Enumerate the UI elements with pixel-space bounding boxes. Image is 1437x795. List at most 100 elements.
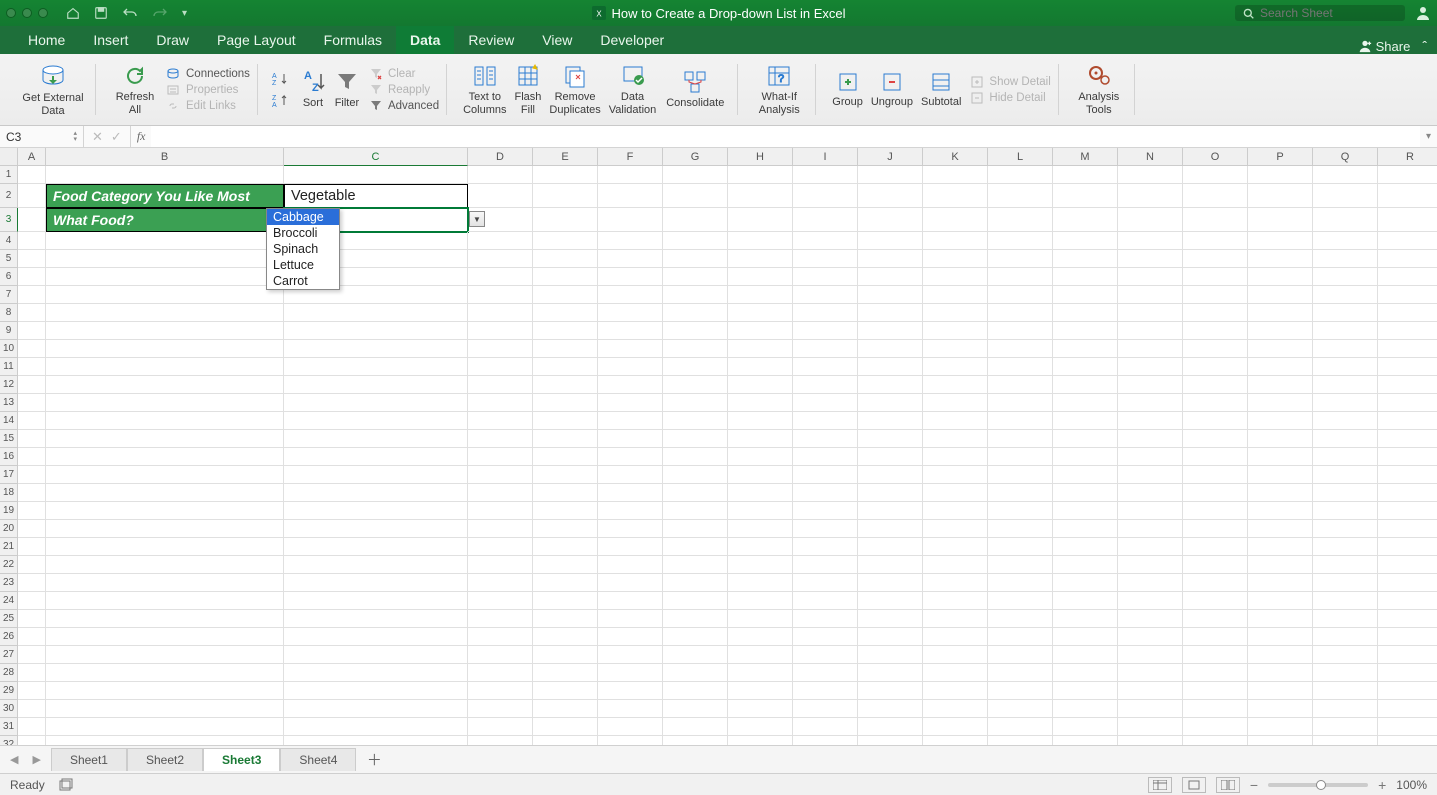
cell-K18[interactable]	[923, 484, 988, 502]
cell-F8[interactable]	[598, 304, 663, 322]
cell-J26[interactable]	[858, 628, 923, 646]
row-header-22[interactable]: 22	[0, 556, 18, 574]
cell-I7[interactable]	[793, 286, 858, 304]
cell-L12[interactable]	[988, 376, 1053, 394]
cell-F12[interactable]	[598, 376, 663, 394]
cell-C27[interactable]	[284, 646, 468, 664]
cell-M6[interactable]	[1053, 268, 1118, 286]
cell-I18[interactable]	[793, 484, 858, 502]
cell-Q27[interactable]	[1313, 646, 1378, 664]
cell-Q30[interactable]	[1313, 700, 1378, 718]
cell-I9[interactable]	[793, 322, 858, 340]
cell-B8[interactable]	[46, 304, 284, 322]
cell-A28[interactable]	[18, 664, 46, 682]
connections-button[interactable]: Connections	[166, 68, 250, 80]
cell-P23[interactable]	[1248, 574, 1313, 592]
cell-N16[interactable]	[1118, 448, 1183, 466]
cell-E1[interactable]	[533, 166, 598, 184]
cell-A22[interactable]	[18, 556, 46, 574]
undo-icon[interactable]	[122, 6, 138, 20]
cell-Q7[interactable]	[1313, 286, 1378, 304]
cell-F17[interactable]	[598, 466, 663, 484]
cell-F20[interactable]	[598, 520, 663, 538]
cell-I4[interactable]	[793, 232, 858, 250]
cell-N11[interactable]	[1118, 358, 1183, 376]
cell-J23[interactable]	[858, 574, 923, 592]
cell-D12[interactable]	[468, 376, 533, 394]
column-header-G[interactable]: G	[663, 148, 728, 166]
sort-desc-icon[interactable]: ZA	[270, 94, 290, 108]
cell-H5[interactable]	[728, 250, 793, 268]
cell-F4[interactable]	[598, 232, 663, 250]
cell-H15[interactable]	[728, 430, 793, 448]
cell-K14[interactable]	[923, 412, 988, 430]
cell-P15[interactable]	[1248, 430, 1313, 448]
cell-O18[interactable]	[1183, 484, 1248, 502]
cell-D26[interactable]	[468, 628, 533, 646]
row-header-27[interactable]: 27	[0, 646, 18, 664]
cell-G15[interactable]	[663, 430, 728, 448]
zoom-out-button[interactable]: −	[1250, 777, 1258, 793]
cell-L6[interactable]	[988, 268, 1053, 286]
cell-Q2[interactable]	[1313, 184, 1378, 208]
cell-C26[interactable]	[284, 628, 468, 646]
cell-E3[interactable]	[533, 208, 598, 232]
cell-D28[interactable]	[468, 664, 533, 682]
cell-B29[interactable]	[46, 682, 284, 700]
cell-B13[interactable]	[46, 394, 284, 412]
cell-O7[interactable]	[1183, 286, 1248, 304]
cell-D15[interactable]	[468, 430, 533, 448]
cell-B4[interactable]	[46, 232, 284, 250]
cell-H23[interactable]	[728, 574, 793, 592]
cell-A16[interactable]	[18, 448, 46, 466]
cell-M20[interactable]	[1053, 520, 1118, 538]
cell-I12[interactable]	[793, 376, 858, 394]
cell-A26[interactable]	[18, 628, 46, 646]
cell-D13[interactable]	[468, 394, 533, 412]
cell-M10[interactable]	[1053, 340, 1118, 358]
cell-F19[interactable]	[598, 502, 663, 520]
cell-I21[interactable]	[793, 538, 858, 556]
cell-H10[interactable]	[728, 340, 793, 358]
cell-K13[interactable]	[923, 394, 988, 412]
cell-R18[interactable]	[1378, 484, 1437, 502]
cell-K10[interactable]	[923, 340, 988, 358]
column-header-Q[interactable]: Q	[1313, 148, 1378, 166]
cell-R23[interactable]	[1378, 574, 1437, 592]
cell-B23[interactable]	[46, 574, 284, 592]
cell-B15[interactable]	[46, 430, 284, 448]
name-box-stepper[interactable]: ▴▾	[73, 131, 77, 143]
cell-P5[interactable]	[1248, 250, 1313, 268]
cell-A13[interactable]	[18, 394, 46, 412]
cell-R24[interactable]	[1378, 592, 1437, 610]
cell-M7[interactable]	[1053, 286, 1118, 304]
cell-C8[interactable]	[284, 304, 468, 322]
cell-D14[interactable]	[468, 412, 533, 430]
cell-M17[interactable]	[1053, 466, 1118, 484]
cell-B28[interactable]	[46, 664, 284, 682]
cell-A21[interactable]	[18, 538, 46, 556]
cell-N30[interactable]	[1118, 700, 1183, 718]
cell-L16[interactable]	[988, 448, 1053, 466]
cell-B10[interactable]	[46, 340, 284, 358]
cell-N19[interactable]	[1118, 502, 1183, 520]
cell-H26[interactable]	[728, 628, 793, 646]
cell-Q25[interactable]	[1313, 610, 1378, 628]
cell-Q4[interactable]	[1313, 232, 1378, 250]
sheet-nav-next-icon[interactable]: ▶	[28, 753, 44, 766]
cell-N14[interactable]	[1118, 412, 1183, 430]
cell-M3[interactable]	[1053, 208, 1118, 232]
cell-O10[interactable]	[1183, 340, 1248, 358]
cell-O5[interactable]	[1183, 250, 1248, 268]
horizontal-scrollbar[interactable]	[0, 733, 1437, 745]
cell-K15[interactable]	[923, 430, 988, 448]
cell-J15[interactable]	[858, 430, 923, 448]
cell-J7[interactable]	[858, 286, 923, 304]
cell-C1[interactable]	[284, 166, 468, 184]
cell-L25[interactable]	[988, 610, 1053, 628]
cell-B26[interactable]	[46, 628, 284, 646]
cell-D24[interactable]	[468, 592, 533, 610]
cell-G11[interactable]	[663, 358, 728, 376]
dropdown-option[interactable]: Broccoli	[267, 225, 339, 241]
row-header-21[interactable]: 21	[0, 538, 18, 556]
